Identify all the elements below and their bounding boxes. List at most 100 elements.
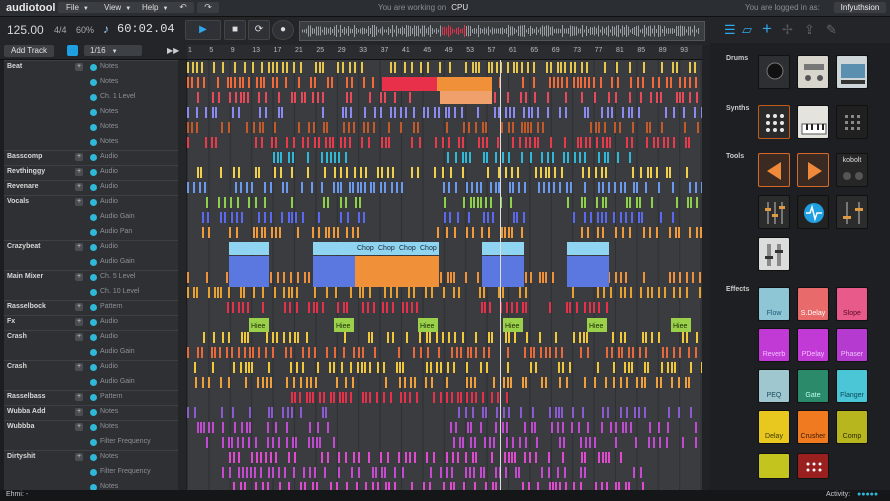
clip[interactable] [628,482,630,490]
clip[interactable] [265,452,267,463]
clip[interactable] [247,92,249,103]
clip[interactable] [191,77,193,88]
add-device-icon[interactable]: + [762,19,772,39]
clip[interactable] [606,347,608,358]
clip[interactable] [380,182,382,193]
clip[interactable] [426,452,428,463]
clip[interactable] [187,182,189,193]
effect-device[interactable]: Comp [836,410,868,444]
clip[interactable] [431,287,433,298]
clip[interactable] [394,467,396,478]
clip[interactable] [367,302,369,313]
clip[interactable] [353,452,355,463]
clip[interactable] [652,77,654,88]
clip[interactable] [247,302,249,313]
clip-highlight[interactable] [437,77,492,91]
clip[interactable] [682,437,684,448]
clip[interactable] [686,287,688,298]
clip[interactable] [613,377,615,388]
clip[interactable] [331,77,333,88]
clip[interactable] [616,62,618,73]
clip[interactable] [381,467,383,478]
clip[interactable] [658,77,660,88]
clip[interactable] [314,77,316,88]
clip[interactable] [683,107,685,118]
clip[interactable] [519,437,521,448]
clip[interactable] [411,482,413,490]
clip[interactable] [602,227,604,238]
clip[interactable] [695,437,697,448]
clip[interactable] [420,62,422,73]
clip[interactable] [537,482,539,490]
clip[interactable] [212,422,214,433]
clip[interactable] [594,92,596,103]
clip[interactable] [563,437,565,448]
clip[interactable] [563,152,565,163]
clip[interactable] [607,407,609,418]
clip[interactable] [267,482,269,490]
clip[interactable] [548,452,550,463]
clip[interactable] [523,107,525,118]
clip[interactable] [656,92,658,103]
clip[interactable] [233,482,235,490]
clip[interactable] [467,347,469,358]
clip[interactable] [309,392,311,403]
clip[interactable] [327,197,329,208]
clip[interactable] [451,467,453,478]
clip[interactable] [346,77,348,88]
clip[interactable] [483,212,485,223]
clip[interactable] [450,272,452,283]
clip[interactable] [647,167,649,178]
clip[interactable] [620,272,622,283]
clip[interactable] [267,422,269,433]
clip[interactable] [679,92,681,103]
clip[interactable] [488,332,490,343]
clip[interactable] [497,392,499,403]
clip[interactable] [275,422,277,433]
clip[interactable] [577,137,579,148]
track-row[interactable]: Audio Gain [4,255,178,270]
clip[interactable] [604,62,606,73]
clip[interactable] [399,377,401,388]
clip[interactable] [246,422,248,433]
device-drum-3[interactable] [836,55,868,89]
track-row[interactable]: Crash + Audio [4,330,178,345]
clip[interactable] [486,362,488,373]
clip[interactable] [390,107,392,118]
clip[interactable] [400,392,402,403]
clip[interactable] [643,272,645,283]
clip[interactable] [214,347,216,358]
clip[interactable] [439,62,441,73]
clip[interactable] [604,122,606,133]
clip[interactable] [255,167,257,178]
track-mute-icon[interactable] [90,184,97,191]
clip[interactable] [402,302,404,313]
add-param-icon[interactable]: + [75,63,83,71]
track-row[interactable]: Filter Frequency [4,465,178,480]
clip[interactable] [473,197,475,208]
track-row[interactable]: Crazybeat + Audio [4,240,178,255]
clip[interactable] [319,392,321,403]
clip[interactable] [666,347,668,358]
clip[interactable] [272,437,274,448]
clip[interactable] [466,182,468,193]
clip[interactable] [577,77,579,88]
clip[interactable] [390,392,392,403]
clip[interactable] [381,167,383,178]
clip[interactable] [576,302,578,313]
clip[interactable] [540,347,542,358]
clip[interactable] [253,287,255,298]
track-mute-icon[interactable] [90,229,97,236]
clip[interactable] [465,467,467,478]
clip-highlight[interactable] [440,91,492,104]
clip[interactable] [462,167,464,178]
clip[interactable] [267,437,269,448]
clip[interactable] [559,377,561,388]
clip[interactable] [361,362,363,373]
clip[interactable] [314,347,316,358]
tempo-display[interactable]: 125.00 [7,23,44,37]
clip[interactable] [553,77,555,88]
clip[interactable] [461,107,463,118]
clip[interactable] [501,227,503,238]
clip[interactable] [291,392,293,403]
